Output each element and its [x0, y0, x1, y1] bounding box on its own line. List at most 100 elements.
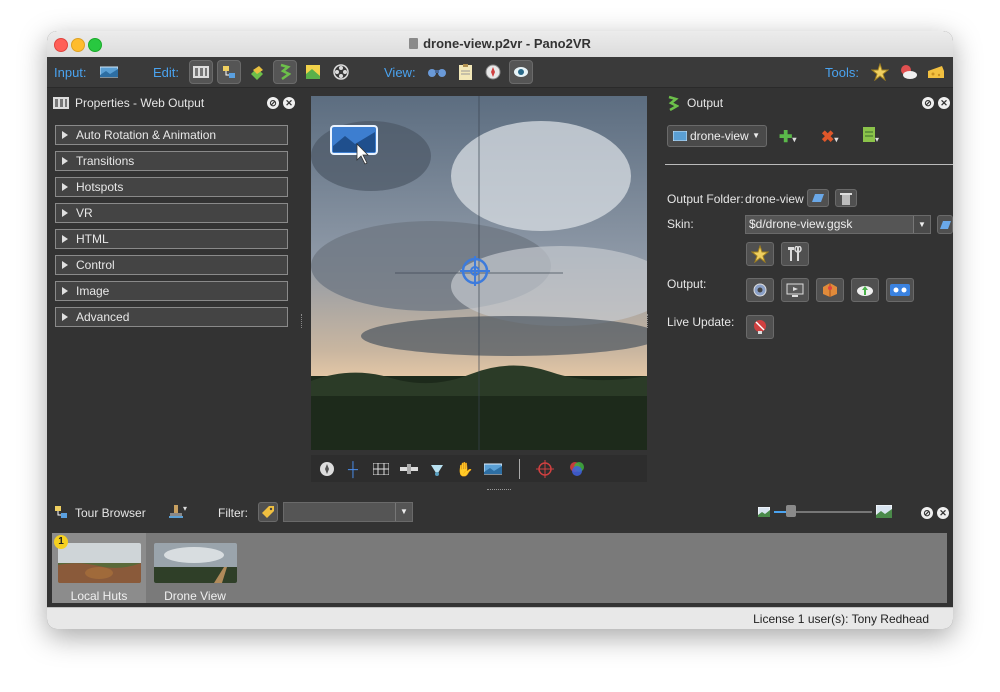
section-image[interactable]: Image	[55, 281, 288, 301]
splitter-handle[interactable]	[647, 314, 650, 328]
spotlight-icon[interactable]	[427, 459, 447, 479]
section-auto-rotation[interactable]: Auto Rotation & Animation	[55, 125, 288, 145]
tools-icon	[788, 246, 802, 261]
gear-icon	[753, 283, 767, 297]
level-icon[interactable]	[399, 459, 419, 479]
skin-browse-button[interactable]	[937, 215, 953, 234]
edit-patches-icon[interactable]	[245, 60, 269, 84]
edit-tour-icon[interactable]	[273, 60, 297, 84]
tour-browser-float-button[interactable]: ⊘	[921, 507, 933, 519]
section-transitions[interactable]: Transitions	[55, 151, 288, 171]
thumbnail-item-drone-view[interactable]: Drone View	[148, 533, 242, 603]
output-panel-header: Output	[667, 92, 723, 114]
output-document-button[interactable]: ▾	[863, 127, 887, 145]
expand-arrow-icon	[62, 131, 68, 139]
output-type-icon	[673, 131, 687, 141]
title-bar: drone-view.p2vr - Pano2VR	[47, 31, 953, 58]
section-control[interactable]: Control	[55, 255, 288, 275]
skin-select[interactable]: $d/drone-view.ggsk ▼	[745, 215, 931, 234]
properties-panel-header: Properties - Web Output	[53, 92, 204, 114]
grid-icon[interactable]	[371, 459, 391, 479]
slider-thumb[interactable]	[786, 505, 796, 517]
main-toolbar: Input: Edit: View: Tools:	[47, 57, 953, 88]
tour-browser-close-button[interactable]: ✕	[937, 507, 949, 519]
tools-star-icon[interactable]	[868, 60, 892, 84]
trash-icon	[840, 192, 852, 205]
section-html[interactable]: HTML	[55, 229, 288, 249]
remove-output-button[interactable]: ✖▾	[821, 127, 845, 146]
view-notes-icon[interactable]	[453, 60, 477, 84]
stamp-menu-button[interactable]: ▾	[169, 504, 193, 522]
preview-output-button[interactable]	[781, 278, 809, 302]
skin-settings-button[interactable]	[781, 242, 809, 266]
view-binoculars-icon[interactable]	[425, 60, 449, 84]
target-icon[interactable]	[535, 459, 555, 479]
crosshair-icon[interactable]: ┼	[343, 459, 363, 479]
chevron-down-icon: ▼	[752, 131, 760, 140]
tour-browser-icon	[55, 506, 67, 518]
compass-icon[interactable]	[317, 459, 337, 479]
properties-panel-title: Properties - Web Output	[75, 96, 205, 110]
status-bar: License 1 user(s): Tony Redhead	[47, 607, 953, 629]
expand-arrow-icon	[62, 157, 68, 165]
panorama-icon[interactable]	[483, 459, 503, 479]
monitor-icon	[786, 283, 804, 297]
tools-weather-icon[interactable]	[896, 60, 920, 84]
edit-label: Edit:	[153, 65, 180, 80]
view-eye-icon[interactable]	[509, 60, 533, 84]
expand-arrow-icon	[62, 261, 68, 269]
output-settings-button[interactable]	[746, 278, 774, 302]
thumbnail-caption: Local Huts	[70, 589, 128, 603]
section-vr[interactable]: VR	[55, 203, 288, 223]
app-window: drone-view.p2vr - Pano2VR Input: Edit: V…	[47, 31, 953, 629]
splitter-handle[interactable]	[487, 489, 511, 492]
tour-browser-thumbnails: 1 Local Huts Drone View	[52, 533, 947, 603]
delete-folder-button[interactable]	[835, 189, 857, 207]
section-advanced[interactable]: Advanced	[55, 307, 288, 327]
input-label: Input:	[54, 65, 87, 80]
cloud-upload-icon	[857, 286, 873, 296]
vr-headset-icon	[890, 284, 910, 296]
output-select[interactable]: drone-view ▼	[667, 125, 767, 147]
thumbnail-image	[154, 543, 237, 583]
panorama-viewer[interactable]	[311, 96, 647, 450]
add-output-button[interactable]: ✚▾	[779, 127, 803, 146]
edit-viewing-parameters-icon[interactable]	[189, 60, 213, 84]
edit-maps-icon[interactable]	[301, 60, 325, 84]
properties-float-button[interactable]: ⊘	[267, 97, 279, 109]
filter-input[interactable]: ▼	[283, 502, 413, 522]
vr-output-button[interactable]	[886, 278, 914, 302]
tools-cheese-icon[interactable]	[924, 60, 948, 84]
view-compass-icon[interactable]	[481, 60, 505, 84]
skin-editor-button[interactable]	[746, 242, 774, 266]
folder-icon	[940, 220, 951, 229]
tour-browser-toolbar: Tour Browser ▾ Filter: ▼ ⊘ ✕	[47, 498, 953, 528]
open-folder-button[interactable]	[807, 189, 829, 207]
edit-media-icon[interactable]	[329, 60, 353, 84]
small-thumbnail-icon	[758, 507, 770, 517]
input-pano-icon[interactable]	[97, 60, 121, 84]
color-wheel-icon[interactable]	[567, 459, 587, 479]
folder-icon	[812, 194, 824, 202]
hand-icon[interactable]: ✋	[455, 459, 475, 479]
section-hotspots[interactable]: Hotspots	[55, 177, 288, 197]
properties-close-button[interactable]: ✕	[283, 97, 295, 109]
filter-tag-button[interactable]	[258, 502, 278, 522]
package-output-button[interactable]	[816, 278, 844, 302]
upload-output-button[interactable]	[851, 278, 879, 302]
splitter-handle[interactable]	[301, 314, 304, 328]
thumbnail-item-local-huts[interactable]: 1 Local Huts	[52, 533, 146, 603]
output-close-button[interactable]: ✕	[938, 97, 950, 109]
output-float-button[interactable]: ⊘	[922, 97, 934, 109]
tour-browser-title: Tour Browser	[75, 506, 146, 520]
stamp-icon	[169, 505, 183, 518]
large-thumbnail-icon	[876, 505, 892, 518]
chevron-down-icon: ▼	[395, 503, 412, 521]
toolbar-divider	[519, 459, 520, 479]
live-update-label: Live Update:	[667, 315, 735, 329]
live-update-button[interactable]	[746, 315, 774, 339]
edit-hotspots-icon[interactable]	[217, 60, 241, 84]
document-icon	[863, 127, 875, 142]
package-icon	[823, 283, 837, 297]
divider	[665, 164, 953, 165]
